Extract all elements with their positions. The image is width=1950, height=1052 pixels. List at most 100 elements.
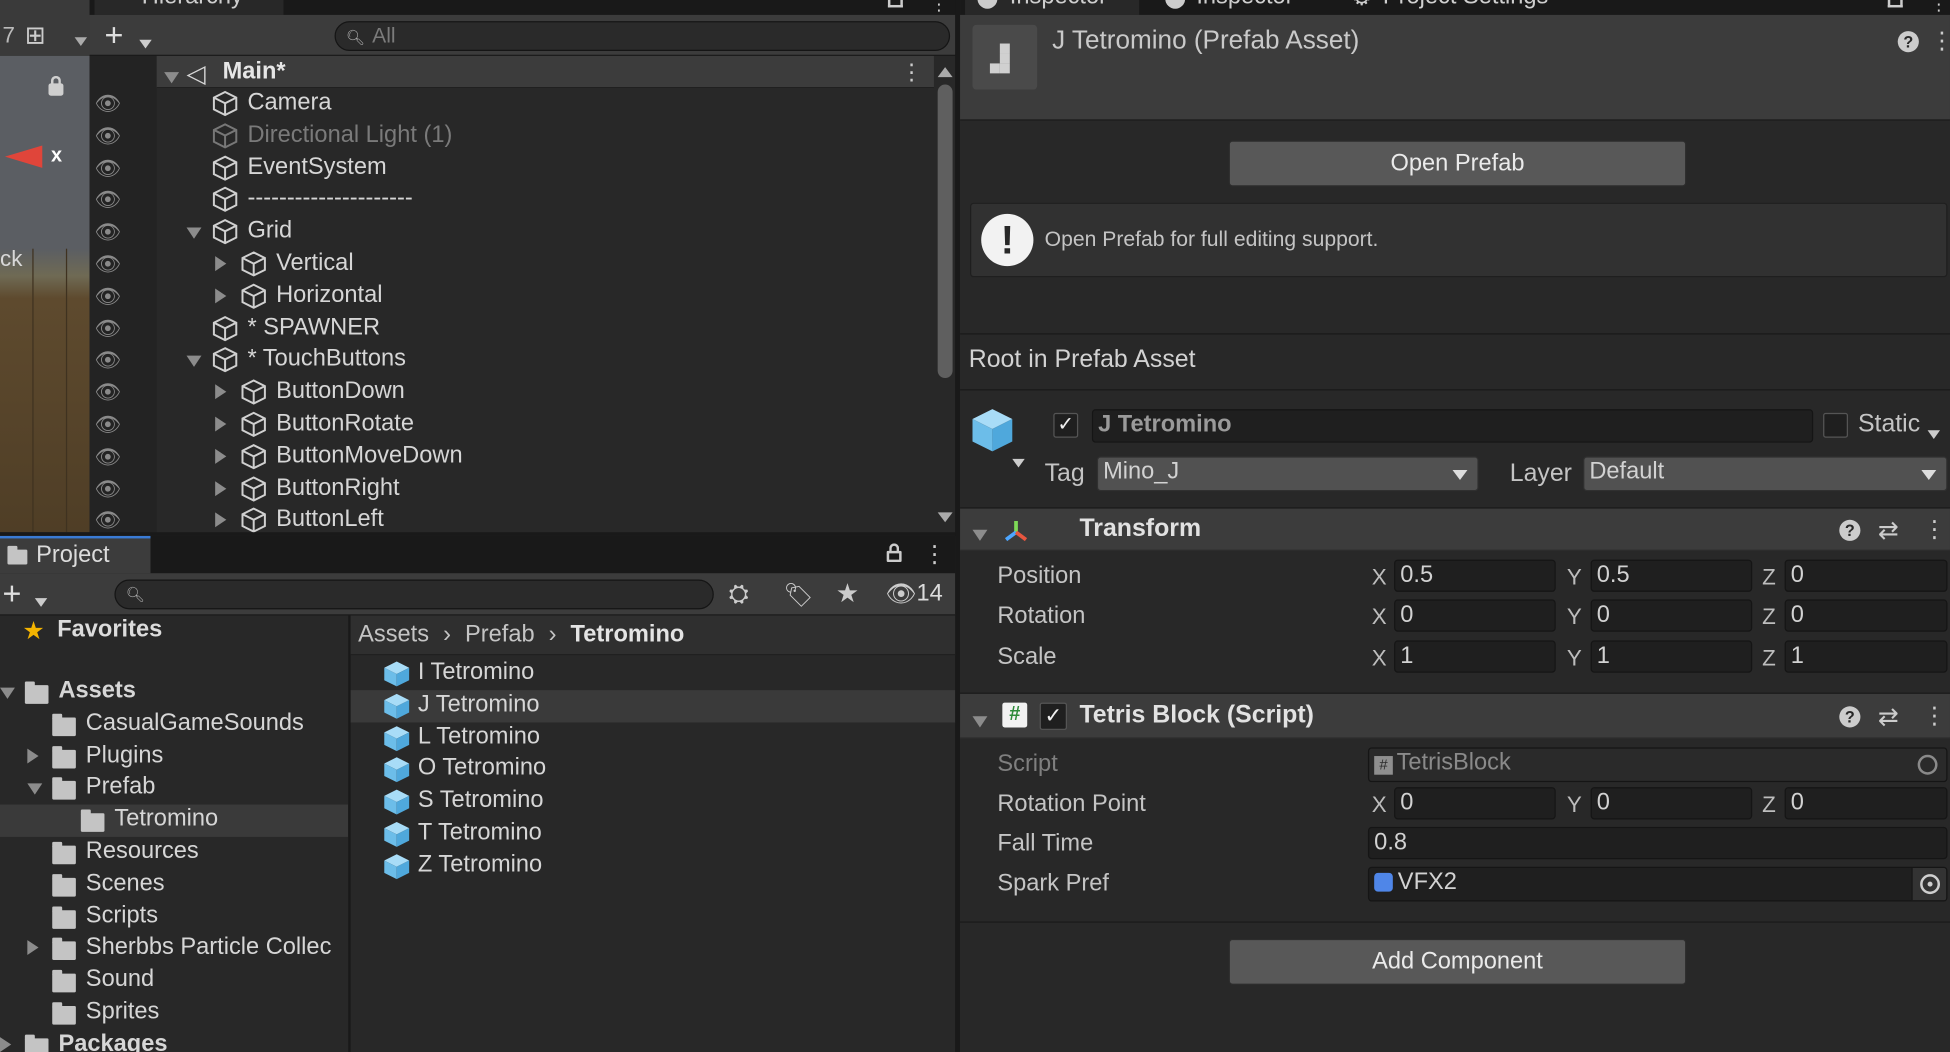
hierarchy-item[interactable]: Camera	[157, 88, 934, 119]
visibility-eye-icon[interactable]: 👁︎	[95, 317, 122, 342]
visibility-eye-icon[interactable]: 👁︎	[95, 509, 122, 534]
component-menu-icon[interactable]: ⋮	[1923, 703, 1947, 732]
visibility-eye-icon[interactable]: 👁︎	[95, 220, 122, 245]
asset-item[interactable]: Z Tetromino	[351, 850, 955, 882]
create-add-icon[interactable]: +	[104, 16, 123, 53]
visibility-eye-icon[interactable]: 👁︎	[95, 445, 122, 470]
asset-item[interactable]: T Tetromino	[351, 818, 955, 850]
help-icon[interactable]: ?	[1839, 519, 1861, 541]
inspector-tab[interactable]: Inspector	[965, 0, 1140, 15]
spark-pref-field[interactable]: VFX2	[1367, 866, 1948, 902]
fall-time-field[interactable]: 0.8	[1367, 826, 1948, 860]
transform-scale-x-field[interactable]: 1	[1394, 639, 1556, 673]
project-folder-item[interactable]: Scenes	[0, 869, 348, 901]
hierarchy-scrollbar[interactable]	[935, 62, 956, 529]
expanded-arrow-icon[interactable]	[186, 356, 202, 368]
presets-icon[interactable]: ⇄	[1878, 701, 1899, 732]
hierarchy-item[interactable]: ButtonDown	[157, 377, 934, 408]
help-icon[interactable]: ?	[1839, 706, 1861, 728]
transform-scale-z-field[interactable]: 1	[1784, 639, 1948, 673]
expanded-arrow-icon[interactable]	[0, 687, 15, 699]
collapsed-arrow-icon[interactable]	[215, 384, 227, 400]
visibility-eye-icon[interactable]: 👁︎	[95, 156, 122, 181]
breadcrumb-assets[interactable]: Assets	[358, 622, 429, 648]
hierarchy-item[interactable]: Grid	[157, 217, 934, 248]
object-name-field[interactable]: J Tetromino	[1091, 409, 1814, 443]
hierarchy-item[interactable]: * TouchButtons	[157, 345, 934, 376]
hierarchy-search-input[interactable]: 🔍︎ All	[334, 21, 951, 51]
hierarchy-item[interactable]: Directional Light (1)	[157, 120, 934, 151]
component-menu-icon[interactable]: ⋮	[1923, 516, 1947, 545]
transform-position-y-field[interactable]: 0.5	[1590, 559, 1753, 592]
visibility-eye-icon[interactable]: 👁︎	[95, 349, 122, 374]
presets-icon[interactable]: ⇄	[1878, 515, 1899, 546]
project-folder-item[interactable]: Prefab	[0, 773, 348, 805]
project-folder-item[interactable]: Assets	[0, 676, 348, 708]
help-icon[interactable]: ?	[1897, 31, 1919, 53]
panel-menu-icon[interactable]: ⋮	[1930, 0, 1947, 12]
transform-foldout-arrow-icon[interactable]	[972, 525, 988, 547]
gameobject-cube-icon[interactable]	[970, 407, 1015, 454]
project-folder-item[interactable]: Scripts	[0, 901, 348, 933]
open-prefab-button[interactable]: Open Prefab	[1228, 140, 1687, 187]
collapsed-arrow-icon[interactable]	[215, 448, 227, 464]
create-dropdown-arrow-icon[interactable]	[139, 32, 152, 54]
asset-item[interactable]: O Tetromino	[351, 754, 955, 786]
asset-item[interactable]: S Tetromino	[351, 786, 955, 818]
hidden-packages-icon[interactable]: 👁︎	[885, 578, 917, 609]
transform-rotation-x-field[interactable]: 0	[1394, 599, 1556, 633]
visibility-eye-icon[interactable]: 👁︎	[95, 124, 122, 149]
visibility-eye-icon[interactable]: 👁︎	[95, 92, 122, 117]
asset-item[interactable]: L Tetromino	[351, 722, 955, 754]
hierarchy-item[interactable]: ButtonMoveDown	[157, 441, 934, 472]
project-folder-item[interactable]: Plugins	[0, 741, 348, 773]
transform-rotation-z-field[interactable]: 0	[1784, 599, 1948, 633]
project-folder-item[interactable]: Sherbbs Particle Collec	[0, 933, 348, 965]
object-picker-icon[interactable]	[1911, 867, 1947, 901]
hierarchy-item[interactable]: ButtonRotate	[157, 409, 934, 440]
collapsed-arrow-icon[interactable]	[215, 288, 227, 304]
collapsed-arrow-icon[interactable]	[27, 748, 39, 764]
active-checkbox[interactable]: ✓	[1053, 412, 1079, 438]
visibility-eye-icon[interactable]: 👁︎	[95, 477, 122, 502]
project-search-input[interactable]: 🔍︎	[114, 579, 714, 610]
breadcrumb-tetromino[interactable]: Tetromino	[571, 622, 685, 648]
project-folder-item[interactable]: Packages	[0, 1029, 348, 1052]
project-settings-tab[interactable]: ⚙ Project Settings	[1333, 0, 1582, 15]
visibility-eye-icon[interactable]: 👁︎	[95, 381, 122, 406]
project-folder-item[interactable]: Resources	[0, 837, 348, 869]
project-folder-item[interactable]: Sound	[0, 965, 348, 997]
scrollbar-thumb[interactable]	[937, 84, 953, 379]
panel-menu-icon[interactable]: ⋮	[923, 541, 947, 570]
collapsed-arrow-icon[interactable]	[0, 1036, 12, 1052]
asset-item[interactable]: J Tetromino	[350, 689, 956, 723]
expanded-arrow-icon[interactable]	[186, 227, 202, 239]
grid-snap-icon[interactable]: ⊞	[25, 20, 57, 49]
hierarchy-item[interactable]: Horizontal	[157, 281, 934, 312]
hierarchy-tab[interactable]: Hierarchy	[94, 0, 284, 15]
asset-item[interactable]: I Tetromino	[351, 658, 955, 690]
transform-rotation-y-field[interactable]: 0	[1590, 599, 1753, 633]
create-add-icon[interactable]: +	[2, 574, 21, 611]
visibility-eye-icon[interactable]: 👁︎	[95, 285, 122, 310]
lock-icon[interactable]	[886, 550, 902, 563]
hierarchy-item[interactable]: ButtonLeft	[157, 505, 934, 534]
scene-expand-arrow-icon[interactable]	[164, 72, 180, 84]
rotation-point-z-field[interactable]: 0	[1784, 787, 1948, 820]
hierarchy-item[interactable]: Vertical	[157, 249, 934, 280]
collapsed-arrow-icon[interactable]	[215, 512, 227, 528]
scene-view[interactable]: 7 ⊞ x ck	[0, 0, 90, 533]
favorites-label[interactable]: Favorites	[57, 617, 162, 644]
hierarchy-item[interactable]: ---------------------	[157, 185, 934, 216]
breadcrumb-prefab[interactable]: Prefab	[465, 622, 535, 648]
expanded-arrow-icon[interactable]	[27, 783, 43, 796]
scroll-up-arrow-icon[interactable]	[937, 67, 953, 78]
collapsed-arrow-icon[interactable]	[215, 416, 227, 432]
collapsed-arrow-icon[interactable]	[215, 256, 227, 272]
maximize-icon[interactable]	[1887, 0, 1903, 8]
layer-dropdown[interactable]: Default	[1583, 456, 1948, 492]
project-folder-item[interactable]: Sprites	[0, 997, 348, 1029]
dropdown-arrow-icon[interactable]	[74, 30, 88, 52]
add-component-button[interactable]: Add Component	[1228, 938, 1687, 985]
project-folder-item[interactable]: CasualGameSounds	[0, 709, 348, 741]
